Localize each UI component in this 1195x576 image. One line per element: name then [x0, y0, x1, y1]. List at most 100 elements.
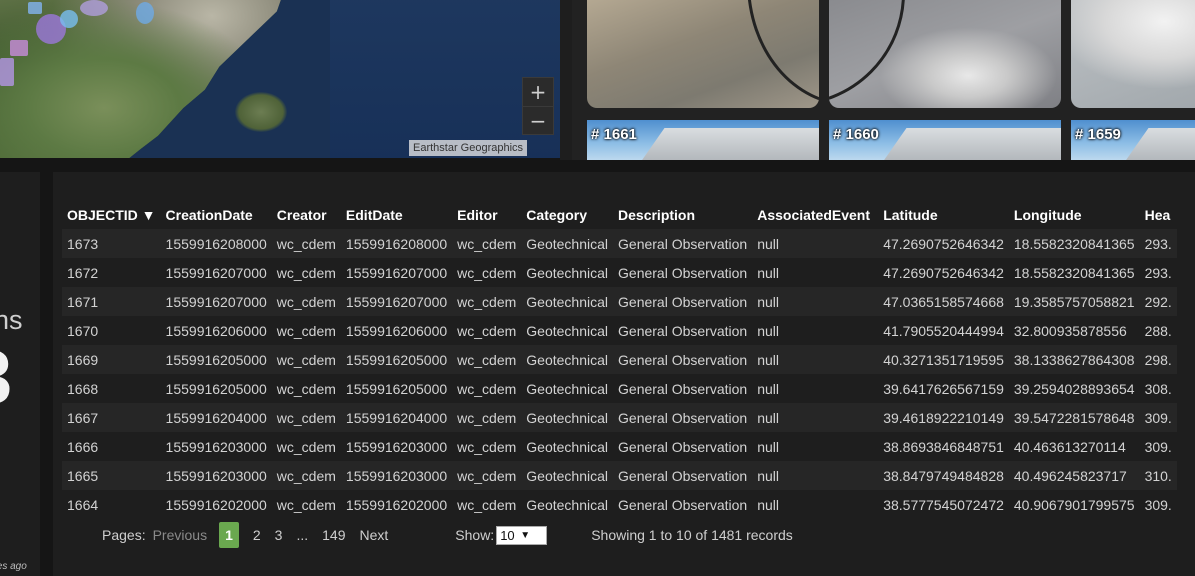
cell-heading: 293. — [1144, 235, 1172, 252]
cell-longitude: 39.5472281578648 — [1013, 409, 1135, 426]
column-header-creator[interactable]: Creator — [272, 201, 341, 229]
cell-latitude: 41.7905520444994 — [883, 322, 1004, 339]
cell-creator: wc_cdem — [276, 293, 336, 310]
cell-creationdate: 1559916205000 — [165, 351, 267, 368]
column-header-latitude[interactable]: Latitude — [878, 201, 1009, 229]
cell-objectid: 1664 — [67, 496, 99, 513]
column-header-objectid[interactable]: OBJECTID ▼ — [62, 201, 161, 229]
page-size-select[interactable]: 10 ▼ — [496, 525, 548, 545]
column-header-associatedevent[interactable]: AssociatedEvent — [752, 201, 878, 229]
map-marker[interactable] — [136, 2, 154, 24]
map-marker[interactable] — [80, 0, 108, 16]
zoom-in-button[interactable]: + — [523, 78, 553, 106]
thumbnail-label: # 1660 — [833, 126, 879, 143]
column-header-editor[interactable]: Editor — [452, 201, 521, 229]
table-row[interactable]: 1669 1559916205000 wc_cdem 1559916205000 wc_… — [62, 345, 1177, 374]
table-row[interactable]: 1667 1559916204000 wc_cdem 1559916204000 wc_… — [62, 403, 1177, 432]
gallery-photo[interactable] — [829, 0, 1061, 108]
zoom-out-button[interactable]: − — [523, 106, 553, 135]
cell-objectid: 1668 — [67, 380, 99, 397]
map-marker[interactable] — [60, 10, 78, 28]
cell-creationdate: 1559916202000 — [165, 496, 267, 513]
cell-editor: wc_cdem — [457, 409, 517, 426]
cell-category: Geotechnical — [526, 235, 609, 252]
column-header-creationdate[interactable]: CreationDate — [161, 201, 272, 229]
cell-creator: wc_cdem — [276, 235, 336, 252]
page-link-1[interactable]: 1 — [219, 522, 239, 548]
cell-associatedevent: null — [757, 438, 779, 455]
cell-creator: wc_cdem — [276, 264, 336, 281]
column-header-description[interactable]: Description — [613, 201, 752, 229]
cell-longitude: 19.3585757058821 — [1013, 293, 1135, 310]
cell-heading: 288. — [1144, 322, 1172, 339]
gallery-photo[interactable] — [1071, 0, 1195, 108]
cell-description: General Observation — [618, 293, 748, 310]
cell-editor: wc_cdem — [457, 438, 517, 455]
cell-latitude: 39.6417626567159 — [883, 380, 1004, 397]
panel-divider — [560, 0, 572, 160]
wing-image — [1113, 128, 1195, 160]
cell-heading: 309. — [1144, 496, 1172, 513]
summary-value: 3 — [0, 340, 12, 416]
cell-associatedevent: null — [757, 409, 779, 426]
gallery-thumbnail[interactable]: # 1661 — [587, 120, 819, 160]
cell-creationdate: 1559916203000 — [165, 438, 267, 455]
cell-latitude: 39.4618922210149 — [883, 409, 1004, 426]
cell-objectid: 1665 — [67, 467, 99, 484]
cell-category: Geotechnical — [526, 351, 609, 368]
map-view[interactable]: + − Earthstar Geographics — [0, 0, 560, 158]
thumbnail-label: # 1659 — [1075, 126, 1121, 143]
cell-category: Geotechnical — [526, 438, 609, 455]
table-header-row: OBJECTID ▼ CreationDate Creator EditDate… — [62, 201, 1177, 229]
cell-objectid: 1673 — [67, 235, 99, 252]
table-row[interactable]: 1665 1559916203000 wc_cdem 1559916203000 wc_… — [62, 461, 1177, 490]
previous-page-link[interactable]: Previous — [153, 527, 207, 543]
cell-heading: 293. — [1144, 264, 1172, 281]
page-link-149[interactable]: 149 — [322, 527, 345, 543]
map-attribution[interactable]: Earthstar Geographics — [409, 140, 528, 156]
table-row[interactable]: 1673 1559916208000 wc_cdem 1559916208000 wc_… — [62, 229, 1177, 258]
map-marker[interactable] — [0, 58, 14, 86]
column-header-heading[interactable]: Hea — [1140, 201, 1177, 229]
table-row[interactable]: 1664 1559916202000 wc_cdem 1559916202000 wc_… — [62, 490, 1177, 519]
cell-objectid: 1666 — [67, 438, 99, 455]
gallery-photo[interactable] — [587, 0, 819, 108]
gallery-thumbnail[interactable]: # 1659 — [1071, 120, 1195, 160]
table-row[interactable]: 1671 1559916207000 wc_cdem 1559916207000 wc_… — [62, 287, 1177, 316]
pages-label: Pages: — [102, 527, 146, 543]
wing-image — [629, 128, 819, 160]
cell-editor: wc_cdem — [457, 322, 517, 339]
column-header-category[interactable]: Category — [521, 201, 613, 229]
cell-editdate: 1559916203000 — [345, 438, 448, 455]
cell-category: Geotechnical — [526, 467, 609, 484]
cell-creator: wc_cdem — [276, 467, 336, 484]
cell-longitude: 40.9067901799575 — [1013, 496, 1135, 513]
cell-associatedevent: null — [757, 467, 779, 484]
page-link-2[interactable]: 2 — [253, 527, 261, 543]
page-size-value: 10 — [500, 527, 515, 543]
cell-creator: wc_cdem — [276, 380, 336, 397]
cell-longitude: 39.2594028893654 — [1013, 380, 1135, 397]
table-row[interactable]: 1668 1559916205000 wc_cdem 1559916205000 wc_… — [62, 374, 1177, 403]
cell-creator: wc_cdem — [276, 351, 336, 368]
photo-gallery: # 1661 # 1660 # 1659 — [572, 0, 1195, 160]
cell-creator: wc_cdem — [276, 409, 336, 426]
column-header-editdate[interactable]: EditDate — [341, 201, 452, 229]
cell-creationdate: 1559916206000 — [165, 322, 267, 339]
map-marker[interactable] — [10, 40, 28, 56]
map-marker[interactable] — [28, 2, 42, 14]
cell-heading: 310. — [1144, 467, 1172, 484]
cell-associatedevent: null — [757, 264, 779, 281]
cell-editdate: 1559916207000 — [345, 264, 448, 281]
cell-editor: wc_cdem — [457, 380, 517, 397]
column-header-longitude[interactable]: Longitude — [1009, 201, 1140, 229]
cell-objectid: 1669 — [67, 351, 99, 368]
cell-editor: wc_cdem — [457, 235, 517, 252]
table-row[interactable]: 1666 1559916203000 wc_cdem 1559916203000 wc_… — [62, 432, 1177, 461]
cell-editdate: 1559916207000 — [345, 293, 448, 310]
gallery-thumbnail[interactable]: # 1660 — [829, 120, 1061, 160]
table-row[interactable]: 1670 1559916206000 wc_cdem 1559916206000 wc_… — [62, 316, 1177, 345]
next-page-link[interactable]: Next — [359, 527, 388, 543]
page-link-3[interactable]: 3 — [275, 527, 283, 543]
table-row[interactable]: 1672 1559916207000 wc_cdem 1559916207000 wc_… — [62, 258, 1177, 287]
